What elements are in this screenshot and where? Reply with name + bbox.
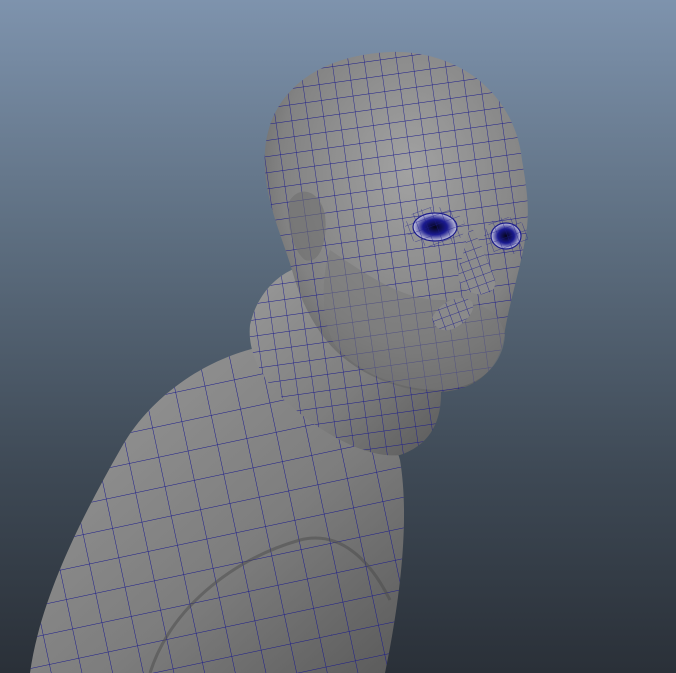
maya-viewport[interactable] — [0, 0, 676, 673]
3d-scene[interactable] — [0, 0, 676, 673]
